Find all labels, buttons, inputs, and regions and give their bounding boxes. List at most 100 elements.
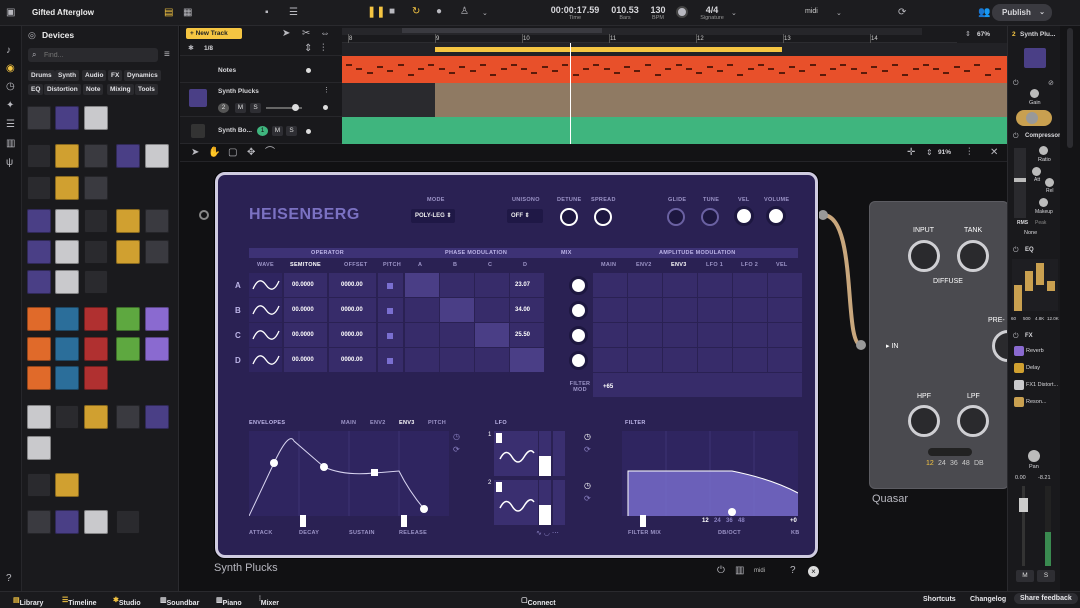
pitch-toggle[interactable] [387,283,393,289]
device-tile[interactable] [27,366,51,390]
crosshair-icon[interactable]: ✛ [907,148,915,158]
in-port[interactable]: ▸ IN [886,342,898,350]
stretch-icon[interactable]: ⇔ [320,29,330,39]
am-cell[interactable] [628,323,663,348]
offset-value[interactable]: 0000.00 [341,332,363,338]
device-tile[interactable] [145,405,169,429]
volume-slider-thumb[interactable] [292,104,299,111]
select-box-icon[interactable]: ▢ [228,148,237,158]
wave-cell[interactable] [249,298,283,323]
am-cell[interactable] [768,298,803,323]
piano-tab[interactable]: ▥ Piano [216,596,242,607]
solo-button[interactable]: S [250,103,261,113]
lfo1-rate[interactable] [539,431,551,476]
semitone-value[interactable]: 00.0000 [292,282,314,288]
glide-knob[interactable] [667,208,685,226]
device-tile[interactable] [55,106,79,130]
input-knob[interactable] [908,240,940,272]
am-cell[interactable] [768,273,803,298]
filter-mod-row[interactable] [593,373,803,398]
category-chip[interactable]: Dynamics [124,70,161,81]
am-cell[interactable] [628,298,663,323]
quantize-value[interactable]: 1/8 [204,45,213,52]
mix-knob[interactable] [569,351,588,370]
hand-icon[interactable]: ✋ [208,148,220,158]
device-tile[interactable] [27,240,51,264]
category-chip[interactable]: Synth [55,70,80,81]
device-tile[interactable] [55,176,79,200]
device-tile[interactable] [116,337,140,361]
panel-bottom-icon[interactable]: ▦ [183,8,192,18]
detune-knob[interactable] [560,208,578,226]
tempo-knob[interactable] [676,6,688,18]
clock-icon[interactable]: ◷ [584,481,591,491]
hpf-knob[interactable] [908,405,940,437]
record-arm-icon[interactable] [323,105,328,110]
meter-toggle[interactable] [1016,110,1052,126]
eq-graph[interactable] [1012,259,1058,311]
am-cell[interactable] [733,348,768,373]
pm-cell[interactable] [405,323,440,348]
mix-knob[interactable] [569,276,588,295]
pitch-toggle[interactable] [387,358,393,364]
loop-icon[interactable]: ↻ [412,7,420,17]
fx-item[interactable]: Delay [1026,365,1059,371]
record-arm-icon[interactable] [306,129,311,134]
metronome-icon[interactable]: ♙ [460,7,469,17]
sliders-icon[interactable]: ☰ [6,120,15,130]
timeline-tab[interactable]: ☰ Timeline [62,596,97,607]
device-tile[interactable] [27,510,51,534]
device-tile[interactable] [84,144,108,168]
db-option[interactable]: DB [974,460,984,467]
am-cell[interactable] [733,323,768,348]
mute-button[interactable]: M [235,103,246,113]
loop-region[interactable] [435,47,782,52]
db-selector[interactable] [928,448,972,456]
clock-icon[interactable]: ◷ [584,432,591,442]
clock-icon[interactable]: ◷ [453,432,460,442]
link-icon[interactable]: ⊘ [1048,79,1054,89]
record-icon[interactable]: ● [436,7,442,17]
solo-button[interactable]: S [1037,570,1055,582]
filter-mix-slider[interactable] [640,515,646,527]
list-view-icon[interactable]: ≡ [164,50,170,60]
device-tile[interactable] [145,240,169,264]
release-knob[interactable] [1045,178,1054,187]
category-chip[interactable]: EQ [28,84,44,95]
volume-knob[interactable] [766,206,786,226]
new-track-button[interactable]: + New Track [186,28,242,39]
scissors-icon[interactable]: ✂ [302,29,310,39]
am-cell[interactable] [593,348,628,373]
lfo2-depth[interactable] [553,480,565,525]
device-tile[interactable] [55,307,79,331]
pm-cell[interactable] [475,273,510,298]
device-tile[interactable] [116,510,140,534]
envelope-tab[interactable]: PITCH [428,420,446,426]
fx-icon[interactable] [1014,397,1024,407]
scrollbar[interactable] [1067,28,1073,148]
power-icon[interactable]: ⏻ [1013,132,1019,142]
panel-left-icon[interactable]: ▤ [164,8,173,18]
feedback-button[interactable]: Share feedback [1014,593,1078,604]
mute-button[interactable]: M [1016,570,1034,582]
clock-icon[interactable]: ◷ [6,82,15,92]
device-tile[interactable] [116,240,140,264]
soundbar-tab[interactable]: ▥ Soundbar [160,596,199,607]
am-cell[interactable] [628,348,663,373]
device-tile[interactable] [55,405,79,429]
mix-knob[interactable] [569,301,588,320]
gain-knob[interactable] [1030,89,1039,98]
vel-knob[interactable] [734,206,754,226]
wave-cell[interactable] [249,273,283,298]
device-tile[interactable] [27,307,51,331]
sync-icon[interactable]: ⟳ [898,8,906,18]
ratio-knob[interactable] [1039,146,1048,155]
volume-fader[interactable] [1019,486,1028,566]
device-tile[interactable] [116,209,140,233]
clip-notes[interactable] [342,56,1007,83]
am-cell[interactable] [628,273,663,298]
filter-graph[interactable] [622,431,798,516]
device-tile[interactable] [55,270,79,294]
semitone-value[interactable]: 00.0000 [292,357,314,363]
device-tile[interactable] [55,337,79,361]
